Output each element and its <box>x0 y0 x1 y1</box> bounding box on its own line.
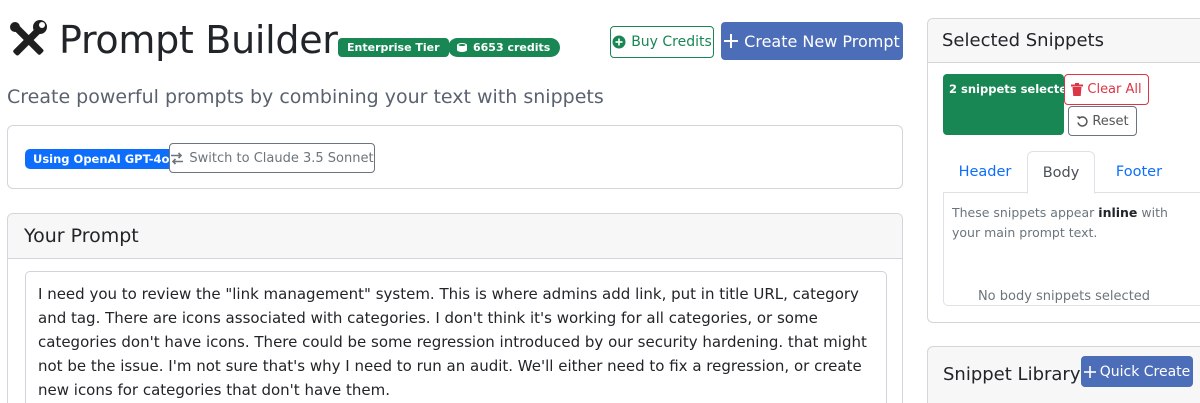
clear-all-label: Clear All <box>1087 82 1142 97</box>
snippet-library-card: Snippet Library Quick Create <box>927 346 1200 403</box>
clear-all-button[interactable]: Clear All <box>1064 74 1149 105</box>
tab-header[interactable]: Header <box>943 151 1027 193</box>
create-new-prompt-label: Create New Prompt <box>744 31 900 51</box>
plus-icon <box>724 34 739 48</box>
app-title: Prompt Builder <box>59 18 338 62</box>
credits-badge: 6653 credits <box>448 38 561 57</box>
panel-desc-bold: inline <box>1098 205 1138 220</box>
quick-create-label: Quick Create <box>1099 363 1191 380</box>
credits-badge-label: 6653 credits <box>473 41 551 54</box>
switch-model-label: Switch to Claude 3.5 Sonnet <box>189 150 374 166</box>
prompt-builder-page: Prompt Builder Enterprise Tier 6653 cred… <box>0 0 1200 403</box>
prompt-card: Your Prompt I need you to review the "li… <box>7 213 903 403</box>
selected-snippets-heading: Selected Snippets <box>942 30 1104 51</box>
prompt-card-header: Your Prompt <box>8 214 902 259</box>
snippet-position-tabs: Header Body Footer <box>943 151 1200 194</box>
buy-credits-label: Buy Credits <box>631 34 712 50</box>
panel-desc-before: These snippets appear <box>952 205 1099 220</box>
reset-button[interactable]: Reset <box>1068 106 1137 136</box>
plus-circle-icon <box>612 35 626 49</box>
coins-icon <box>457 43 467 52</box>
model-card: Using OpenAI GPT-4o Switch to Claude 3.5… <box>7 125 903 189</box>
prompt-heading: Your Prompt <box>24 225 139 247</box>
body-tab-panel: These snippets appear inline with your m… <box>943 192 1200 306</box>
quick-create-button[interactable]: Quick Create <box>1081 356 1193 387</box>
current-model-badge: Using OpenAI GPT-4o <box>25 149 178 169</box>
snippet-library-heading: Snippet Library <box>943 364 1081 385</box>
tab-body[interactable]: Body <box>1027 151 1095 194</box>
undo-icon <box>1076 116 1088 127</box>
selected-snippets-card: Selected Snippets 2 snippets selected Cl… <box>927 18 1200 323</box>
panel-description: These snippets appear inline with your m… <box>952 203 1197 243</box>
page-subtitle: Create powerful prompts by combining you… <box>7 86 604 108</box>
tools-icon <box>10 20 47 56</box>
tier-badge: Enterprise Tier <box>338 38 449 57</box>
empty-snippets-message: No body snippets selected <box>977 289 1151 304</box>
title-wrap: Prompt Builder <box>7 18 338 62</box>
create-new-prompt-button[interactable]: Create New Prompt <box>721 22 903 60</box>
buy-credits-button[interactable]: Buy Credits <box>610 26 714 58</box>
trash-icon <box>1071 83 1084 96</box>
selected-count-badge: 2 snippets selected <box>943 74 1075 135</box>
reset-label: Reset <box>1092 113 1129 129</box>
plus-icon <box>1083 365 1096 378</box>
selected-snippets-header: Selected Snippets <box>928 19 1200 63</box>
switch-model-button[interactable]: Switch to Claude 3.5 Sonnet <box>169 143 375 173</box>
tab-footer[interactable]: Footer <box>1095 151 1183 193</box>
arrows-exchange-icon <box>171 151 184 165</box>
prompt-textarea[interactable]: I need you to review the "link managemen… <box>25 271 887 403</box>
